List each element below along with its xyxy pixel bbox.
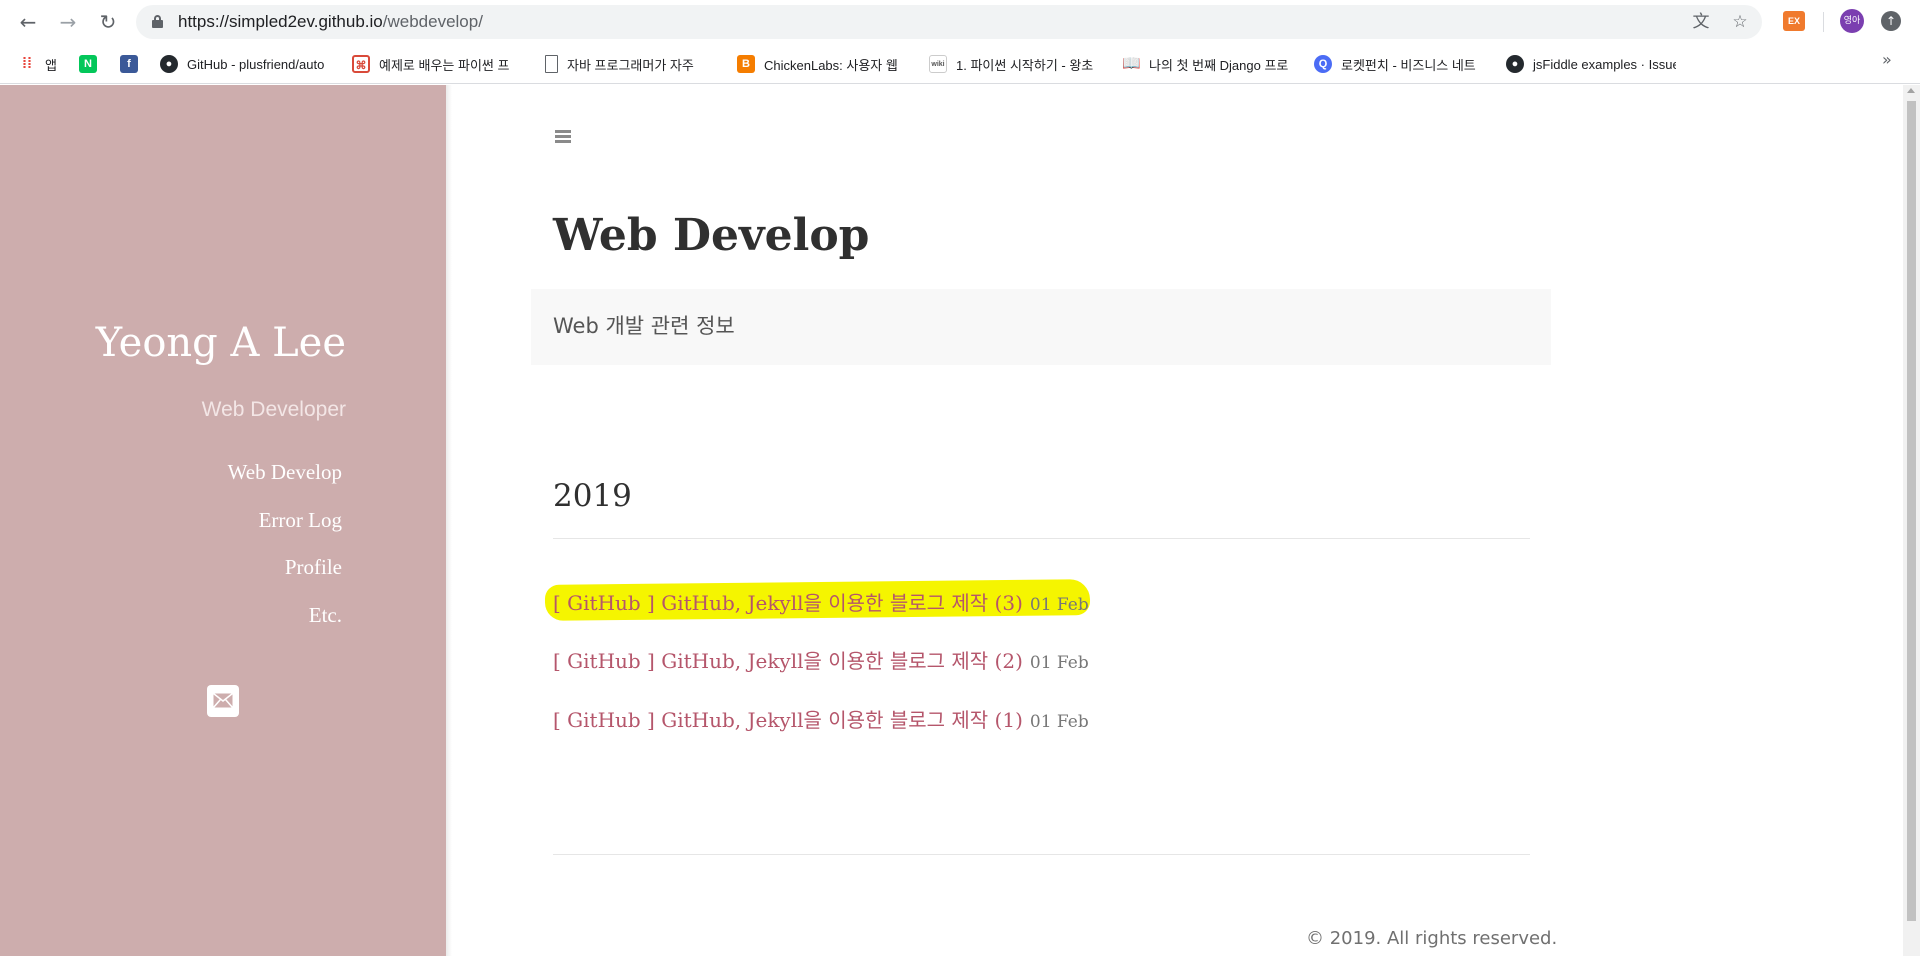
bookmark-label: 나의 첫 번째 Django 프로 — [1149, 57, 1289, 73]
toolbar-divider — [1823, 12, 1824, 32]
blogger-icon: B — [737, 55, 755, 73]
bookmark-chickenlabs[interactable]: B ChickenLabs: 사용자 웹 — [737, 52, 912, 76]
site-title[interactable]: Yeong A Lee — [96, 320, 346, 366]
back-arrow-icon[interactable]: ← — [14, 8, 42, 36]
lock-icon — [152, 15, 163, 28]
python-course-icon: ⌘ — [352, 55, 370, 73]
profile-avatar[interactable]: 영아 — [1840, 9, 1864, 33]
footer-copyright: © 2019. All rights reserved. — [1306, 928, 1558, 949]
lead-text: Web 개발 관련 정보 — [553, 314, 735, 338]
site-subtitle: Web Developer — [201, 398, 346, 421]
forward-arrow-icon[interactable]: → — [54, 8, 82, 36]
star-icon[interactable]: ☆ — [1729, 11, 1751, 33]
update-icon[interactable]: ↑ — [1881, 11, 1901, 31]
bookmarks-bar: ⁞⁞ 앱 N f ● GitHub - plusfriend/auto ⌘ 예제… — [0, 44, 1920, 84]
scrollbar-thumb[interactable] — [1907, 101, 1916, 921]
post-date: 01 Feb — [1029, 595, 1089, 615]
bookmark-label: ChickenLabs: 사용자 웹 — [764, 57, 898, 73]
list-item: [ GitHub ] GitHub, Jekyll을 이용한 블로그 제작 (3… — [553, 587, 1089, 627]
facebook-icon: f — [120, 55, 138, 73]
bookmark-github-plusfriend[interactable]: ● GitHub - plusfriend/auto — [160, 52, 332, 76]
bookmark-django[interactable]: 📖 나의 첫 번째 Django 프로 — [1122, 52, 1296, 76]
address-bar[interactable]: https://simpled2ev.github.io/webdevelop/… — [136, 5, 1762, 39]
apps-grid-icon: ⁞⁞ — [22, 55, 32, 72]
browser-toolbar: ← → ↻ https://simpled2ev.github.io/webde… — [0, 0, 1920, 44]
year-heading: 2019 — [553, 478, 632, 514]
bookmark-jsfiddle[interactable]: ● jsFiddle examples · Issue — [1506, 52, 1676, 76]
lead-box: Web 개발 관련 정보 — [531, 289, 1551, 365]
bookmark-naver[interactable]: N — [79, 52, 106, 76]
scrollbar[interactable] — [1903, 85, 1920, 956]
bookmark-python-examples[interactable]: ⌘ 예제로 배우는 파이썬 프 — [352, 52, 524, 76]
extension-icon[interactable]: EX — [1783, 11, 1805, 31]
translate-icon[interactable]: 文 — [1690, 11, 1712, 33]
sidebar-shadow — [446, 85, 452, 956]
reload-icon[interactable]: ↻ — [94, 8, 122, 36]
list-item: [ GitHub ] GitHub, Jekyll을 이용한 블로그 제작 (1… — [553, 704, 1089, 744]
github-icon: ● — [160, 55, 178, 73]
bookmark-label: 자바 프로그래머가 자주 — [567, 57, 694, 73]
document-icon — [545, 55, 558, 73]
bookmark-apps[interactable]: ⁞⁞ 앱 — [18, 52, 57, 76]
menu-icon[interactable] — [555, 130, 571, 144]
page-title: Web Develop — [553, 210, 870, 261]
bookmark-label: jsFiddle examples · Issue — [1533, 56, 1676, 72]
list-item: [ GitHub ] GitHub, Jekyll을 이용한 블로그 제작 (2… — [553, 645, 1089, 685]
post-link[interactable]: [ GitHub ] GitHub, Jekyll을 이용한 블로그 제작 (3… — [553, 587, 1023, 616]
sidebar-item-error-log[interactable]: Error Log — [259, 508, 342, 533]
naver-icon: N — [79, 55, 97, 73]
bookmark-label: GitHub - plusfriend/auto — [187, 56, 325, 72]
post-link[interactable]: [ GitHub ] GitHub, Jekyll을 이용한 블로그 제작 (1… — [553, 704, 1023, 733]
bookmark-facebook[interactable]: f — [120, 52, 147, 76]
scroll-up-icon[interactable] — [1907, 88, 1915, 93]
more-bookmarks-icon[interactable]: » — [1882, 50, 1892, 69]
sidebar: Yeong A Lee Web Developer Web Develop Er… — [0, 85, 446, 956]
bookmark-rocketpunch[interactable]: Q 로켓펀치 - 비즈니스 네트 — [1314, 52, 1488, 76]
bookmark-label: 로켓펀치 - 비즈니스 네트 — [1341, 57, 1476, 73]
divider — [553, 854, 1530, 855]
divider — [553, 538, 1530, 539]
page-content: Yeong A Lee Web Developer Web Develop Er… — [0, 85, 1920, 956]
sidebar-item-profile[interactable]: Profile — [285, 555, 342, 580]
rocketpunch-icon: Q — [1314, 55, 1332, 73]
bookmark-label: 예제로 배우는 파이썬 프 — [379, 57, 510, 73]
post-date: 01 Feb — [1029, 653, 1089, 673]
bookmark-label: 1. 파이썬 시작하기 - 왕초 — [956, 57, 1094, 73]
bookmark-label: 앱 — [45, 57, 57, 73]
sidebar-item-etc[interactable]: Etc. — [309, 603, 342, 628]
post-date: 01 Feb — [1029, 712, 1089, 732]
mail-icon[interactable] — [207, 685, 239, 717]
bookmark-wikidocs[interactable]: wiki 1. 파이썬 시작하기 - 왕초 — [929, 52, 1103, 76]
post-link[interactable]: [ GitHub ] GitHub, Jekyll을 이용한 블로그 제작 (2… — [553, 645, 1023, 674]
bookmark-java[interactable]: 자바 프로그래머가 자주 — [545, 52, 715, 76]
sidebar-item-web-develop[interactable]: Web Develop — [228, 460, 342, 485]
github-icon: ● — [1506, 55, 1524, 73]
url-text: https://simpled2ev.github.io/webdevelop/ — [178, 12, 483, 31]
book-icon: 📖 — [1122, 55, 1141, 72]
wikidocs-icon: wiki — [929, 55, 947, 73]
